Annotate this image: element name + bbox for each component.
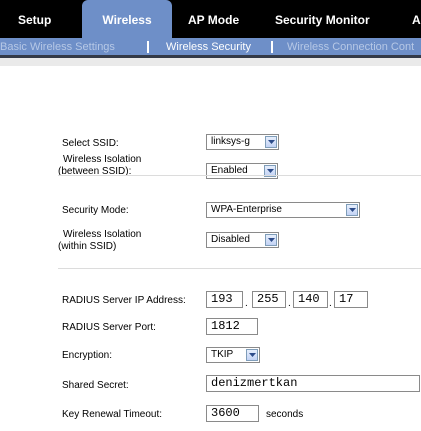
section-divider — [58, 175, 421, 176]
radius-ip-octet-1[interactable]: 193 — [206, 291, 243, 308]
key-renewal-label: Key Renewal Timeout: — [62, 409, 163, 420]
tab-more[interactable]: A — [412, 0, 421, 38]
chevron-down-icon — [346, 204, 358, 216]
subtab-wireless-security[interactable]: Wireless Security — [166, 38, 251, 55]
security-mode-value: WPA-Enterprise — [211, 204, 282, 215]
ip-dot: . — [245, 298, 248, 309]
encryption-label: Encryption: — [62, 350, 113, 361]
top-navigation: Setup Wireless AP Mode Security Monitor … — [0, 0, 421, 38]
tab-security-monitor[interactable]: Security Monitor — [275, 0, 370, 38]
radius-port-label: RADIUS Server Port: — [62, 322, 156, 333]
isolation-within-label-line1: Wireless Isolation — [63, 229, 142, 240]
ip-dot: . — [329, 298, 332, 309]
key-renewal-field[interactable]: 3600 — [206, 405, 259, 422]
ip-dot: . — [288, 298, 291, 309]
ssid-select[interactable]: linksys-g — [206, 134, 279, 150]
select-ssid-label: Select SSID: — [62, 138, 119, 149]
shared-secret-label: Shared Secret: — [62, 380, 129, 391]
chevron-down-icon — [265, 234, 277, 246]
radius-ip-label: RADIUS Server IP Address: — [62, 295, 186, 306]
tab-ap-mode[interactable]: AP Mode — [188, 0, 239, 38]
chevron-down-icon — [265, 136, 277, 148]
radius-ip-octet-2[interactable]: 255 — [252, 291, 286, 308]
sub-navigation: Basic Wireless Settings Wireless Securit… — [0, 38, 421, 55]
security-mode-select[interactable]: WPA-Enterprise — [206, 202, 360, 218]
encryption-select[interactable]: TKIP — [206, 347, 260, 363]
isolation-within-select[interactable]: Disabled — [206, 232, 279, 248]
ssid-select-value: linksys-g — [211, 136, 250, 147]
isolation-within-value: Disabled — [211, 234, 250, 245]
security-mode-label: Security Mode: — [62, 205, 129, 216]
shared-secret-field[interactable]: denizmertkan — [206, 375, 420, 392]
radius-ip-octet-4[interactable]: 17 — [334, 291, 368, 308]
header-band — [0, 58, 421, 66]
section-divider — [58, 268, 421, 269]
subtab-basic-wireless-settings[interactable]: Basic Wireless Settings — [0, 38, 115, 55]
tab-setup[interactable]: Setup — [18, 0, 51, 38]
radius-ip-octet-3[interactable]: 140 — [293, 291, 328, 308]
subnav-separator — [147, 41, 149, 53]
isolation-between-label-line1: Wireless Isolation — [63, 154, 142, 165]
tab-wireless[interactable]: Wireless — [82, 0, 172, 38]
isolation-within-label-line2: (within SSID) — [58, 241, 117, 252]
radius-port-field[interactable]: 1812 — [206, 318, 258, 335]
subnav-separator — [271, 41, 273, 53]
isolation-between-select[interactable]: Enabled — [206, 163, 278, 179]
encryption-value: TKIP — [211, 349, 234, 360]
key-renewal-unit: seconds — [266, 409, 304, 420]
chevron-down-icon — [246, 349, 258, 361]
subtab-wireless-connection-control[interactable]: Wireless Connection Cont — [287, 38, 414, 55]
